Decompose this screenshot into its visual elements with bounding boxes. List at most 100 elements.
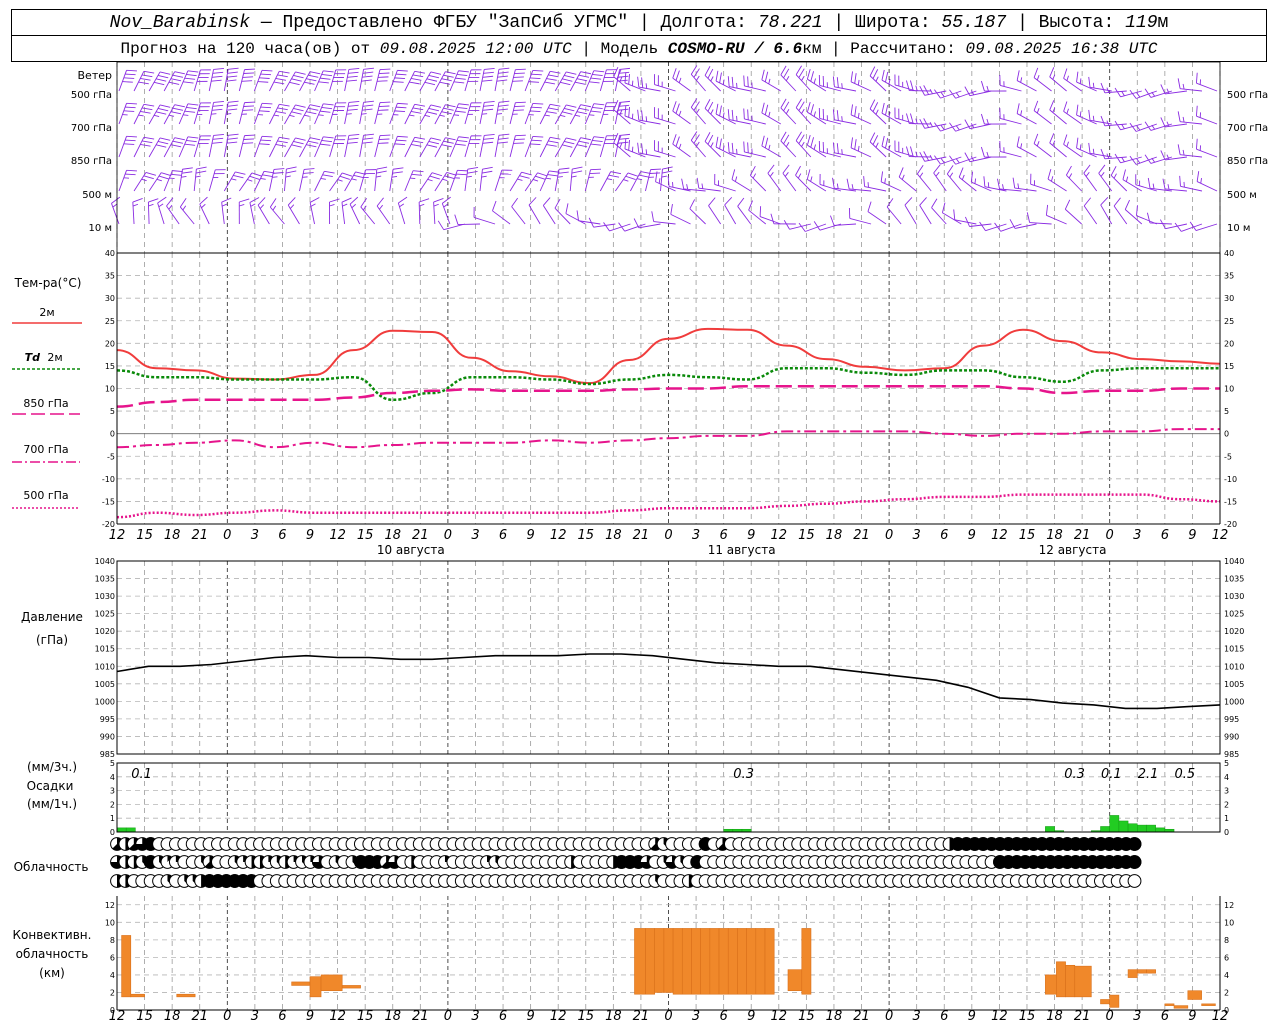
wind-barb-feather: [1033, 133, 1039, 144]
wind-barb-feather: [251, 172, 262, 177]
wind-barb-feather: [980, 80, 985, 92]
wind-barb-feather: [768, 111, 771, 118]
wind-barb-feather: [544, 114, 550, 117]
wind-barb: [770, 213, 796, 225]
wind-barb: [1179, 175, 1203, 192]
wind-barb-feather: [564, 74, 575, 79]
wind-barb-feather: [441, 144, 452, 148]
wind-barb-staff: [1196, 115, 1218, 125]
wind-barb-feather: [898, 167, 904, 178]
wind-barb-staff: [464, 135, 472, 158]
wind-barb: [238, 134, 255, 158]
wind-barb-feather: [155, 78, 167, 82]
wind-barb-feather: [244, 68, 255, 71]
pressure-tick-left: 1030: [95, 592, 115, 601]
time-tick-bottom: 9: [526, 1009, 534, 1024]
wind-barb: [1189, 221, 1218, 231]
wind-barb-staff: [1064, 208, 1082, 225]
wind-barb: [464, 69, 482, 92]
conv-cloud-bar: [291, 981, 311, 986]
wind-barb-feather: [961, 174, 965, 180]
wind-barb-staff: [599, 69, 607, 92]
wind-barb-staff: [464, 169, 469, 192]
wind-barb-feather: [548, 140, 559, 144]
wind-barb-feather: [672, 68, 677, 79]
cloud-symbol-ring: [1127, 874, 1142, 888]
wind-barb-feather: [929, 121, 933, 127]
wind-barb-feather: [174, 137, 185, 141]
wind-barb: [958, 167, 977, 192]
temp-tick-right: -5: [1224, 452, 1232, 461]
wind-barb-staff: [795, 174, 812, 192]
wind-barb: [253, 135, 273, 158]
precip-tick-right: 5: [1224, 759, 1229, 768]
conv-cloud-bar: [681, 928, 692, 995]
wind-barb-feather: [484, 133, 495, 136]
precip-bar: [116, 827, 127, 833]
wind-barb-staff: [148, 71, 161, 92]
wind-barb-feather: [592, 73, 603, 76]
wind-barb-feather: [1182, 149, 1185, 156]
temp-tick-right: 10: [1224, 385, 1234, 394]
precip-bar: [1127, 823, 1138, 833]
wind-barb: [419, 172, 443, 192]
wind-barb-feather: [795, 165, 801, 176]
wind-barb-feather: [955, 125, 960, 131]
wind-barb-feather: [1182, 116, 1185, 123]
wind-barb: [1083, 197, 1098, 225]
wind-barb: [881, 135, 902, 158]
wind-barb-feather: [428, 140, 440, 145]
wind-barb-feather: [362, 141, 373, 144]
time-tick-top: 0: [223, 528, 231, 543]
wind-barb-feather: [243, 105, 255, 107]
wind-barb-feather: [795, 98, 802, 108]
wind-barb-feather: [306, 144, 317, 148]
wind-barb-staff: [374, 169, 378, 192]
wind-barb-feather: [617, 141, 629, 144]
wind-barb-feather: [443, 140, 454, 144]
wind-barb-feather: [1100, 172, 1105, 177]
wind-barb-feather: [181, 175, 187, 178]
wind-barb-feather: [309, 104, 321, 108]
precip-total-label: 0.1: [1101, 767, 1122, 782]
wind-barb-feather: [624, 72, 627, 83]
wind-barb-feather: [172, 140, 184, 144]
wind-barb: [454, 214, 480, 226]
legend-700-label: 700 гПа: [23, 443, 68, 456]
wind-barb-feather: [184, 110, 196, 113]
legend-850-label: 850 гПа: [23, 397, 68, 410]
wind-barb-feather: [958, 167, 964, 178]
wind-barb-feather: [375, 175, 382, 178]
wind-barb: [163, 71, 185, 92]
wind-barb-staff: [404, 137, 416, 158]
wind-barb-staff: [179, 206, 195, 225]
wind-barb-staff: [238, 69, 245, 92]
wind-barb-feather: [483, 137, 494, 140]
wind-barb-staff: [867, 211, 887, 225]
wind-barb: [813, 221, 842, 231]
cloud-symbol-fill: [1127, 837, 1142, 851]
wind-barb-feather: [1016, 70, 1020, 81]
wind-barb-feather: [235, 171, 246, 175]
wind-barb-feather: [780, 98, 787, 109]
conv-cloud-bar: [801, 928, 812, 995]
wind-barb-feather: [410, 78, 422, 81]
wind-barb: [479, 67, 495, 92]
wind-barb-feather: [244, 134, 255, 137]
wind-barb-feather: [484, 100, 495, 103]
wind-barb-staff: [473, 217, 496, 225]
wind-barb-feather: [701, 183, 704, 189]
conv-cloud-bar: [1173, 1005, 1189, 1009]
wind-barb-feather: [261, 69, 273, 72]
wind-barb-feather: [564, 140, 575, 145]
wind-barb-feather: [426, 144, 438, 148]
temp-tick-right: -15: [1224, 497, 1237, 506]
wind-barb-feather: [1146, 212, 1151, 224]
conv-cloud-bar: [1164, 1003, 1175, 1006]
wind-barb-feather: [201, 203, 206, 209]
wind-barb-feather: [279, 136, 290, 140]
wind-barb-feather: [1079, 144, 1082, 150]
wind-barb-feather: [279, 70, 290, 74]
wind-barb-staff: [1029, 222, 1052, 225]
wind-barb-feather: [347, 75, 358, 78]
